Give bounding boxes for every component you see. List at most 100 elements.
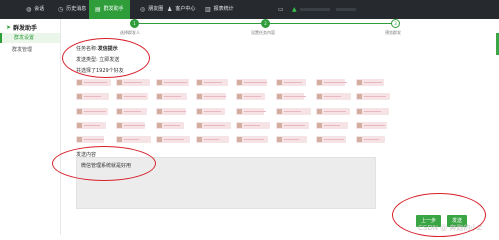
friend-name-redacted bbox=[324, 125, 340, 126]
annotation-ellipse bbox=[52, 146, 156, 181]
friend-tag bbox=[76, 79, 111, 86]
storage-icon[interactable]: ▭ bbox=[278, 0, 284, 19]
friend-name-redacted bbox=[204, 111, 221, 112]
friend-name-redacted bbox=[324, 82, 347, 83]
friend-tag bbox=[116, 122, 145, 129]
friend-name-redacted bbox=[204, 139, 219, 140]
friend-name-redacted bbox=[124, 125, 145, 126]
sidebar-title-text: 群发助手 bbox=[13, 25, 38, 32]
friend-tag bbox=[116, 108, 147, 115]
friend-tag bbox=[236, 93, 265, 100]
friend-name-redacted bbox=[164, 125, 180, 126]
friend-tag bbox=[236, 108, 266, 115]
history-icon: ◷ bbox=[58, 6, 64, 13]
friend-name-redacted bbox=[164, 82, 187, 83]
friend-name-redacted bbox=[124, 139, 139, 140]
friend-tag bbox=[236, 122, 270, 129]
friend-avatar bbox=[157, 80, 162, 85]
friend-name-redacted bbox=[124, 96, 146, 97]
friend-avatar bbox=[197, 137, 202, 142]
friend-tag bbox=[356, 93, 390, 100]
step-1-circle: 1 bbox=[130, 19, 139, 28]
friend-name-redacted bbox=[244, 96, 261, 97]
friend-tag bbox=[316, 79, 347, 86]
step-3-label: 预览群发 bbox=[385, 30, 401, 35]
nav-item-history[interactable]: ◷ 历史消息 bbox=[58, 0, 86, 19]
friend-avatar bbox=[77, 123, 82, 128]
friend-tag bbox=[196, 93, 226, 100]
friend-name-redacted bbox=[124, 82, 142, 83]
friend-tag bbox=[316, 136, 346, 143]
friend-name-redacted bbox=[244, 82, 267, 83]
friend-tag bbox=[156, 93, 187, 100]
friend-avatar bbox=[77, 137, 82, 142]
friend-name-redacted bbox=[284, 125, 305, 126]
step-indicator: 1 2 3 选择群发人 设置任务内容 预览群发 bbox=[120, 19, 401, 41]
friend-tag bbox=[276, 108, 311, 115]
friend-tag bbox=[116, 79, 150, 86]
friend-avatar bbox=[277, 123, 282, 128]
annotation-ellipse bbox=[392, 193, 486, 237]
friend-avatar bbox=[317, 94, 322, 99]
friend-tag bbox=[316, 122, 348, 129]
sidebar-item-broadcast-settings[interactable]: 群发设置 bbox=[0, 33, 60, 43]
online-status-icon: ▲ bbox=[292, 6, 297, 13]
friend-avatar bbox=[357, 137, 362, 142]
friend-tag bbox=[76, 93, 109, 100]
friend-avatar bbox=[357, 94, 362, 99]
friend-name-redacted bbox=[324, 111, 346, 112]
friend-tag bbox=[76, 136, 104, 143]
nav-item-report[interactable]: ▥ 报表统计 bbox=[205, 0, 234, 19]
friend-tag bbox=[156, 108, 186, 115]
friend-name-redacted bbox=[364, 139, 379, 140]
step-connector bbox=[135, 23, 266, 24]
nav-item-chat[interactable]: ◍ 会话 bbox=[26, 0, 44, 19]
friend-name-redacted bbox=[364, 96, 386, 97]
friend-name-redacted bbox=[164, 96, 181, 97]
friend-avatar bbox=[117, 123, 122, 128]
friend-tag bbox=[196, 122, 231, 129]
friend-tag bbox=[316, 93, 351, 100]
friend-avatar bbox=[77, 94, 82, 99]
friend-avatar bbox=[357, 109, 362, 114]
friend-name-redacted bbox=[284, 111, 301, 112]
friend-avatar bbox=[197, 123, 202, 128]
step-3-circle: 3 bbox=[391, 19, 400, 28]
friend-avatar bbox=[277, 137, 282, 142]
nav-item-label: 朋友圈 bbox=[148, 6, 164, 12]
annotation-ellipse bbox=[62, 38, 150, 78]
friend-avatar bbox=[197, 94, 202, 99]
friend-name-redacted bbox=[364, 111, 381, 112]
friend-tag bbox=[156, 79, 189, 86]
nav-item-label: 客户中心 bbox=[175, 6, 196, 12]
broadcast-icon: ▤ bbox=[95, 6, 101, 13]
friend-avatar bbox=[357, 123, 362, 128]
top-nav-bar: ◍ 会话 ◷ 历史消息 ▤ 群发助手 ◎ 朋友圈 ♟ 客户中心 ▥ 报表统计 ▭… bbox=[0, 0, 499, 19]
friend-name-redacted bbox=[284, 96, 306, 97]
extra-info-redacted bbox=[336, 8, 356, 11]
report-icon: ▥ bbox=[205, 6, 211, 13]
friend-avatar bbox=[237, 94, 242, 99]
friend-name-redacted bbox=[84, 125, 100, 126]
nav-item-customer[interactable]: ♟ 客户中心 bbox=[167, 0, 195, 19]
friend-name-redacted bbox=[124, 111, 141, 112]
step-2-label: 设置任务内容 bbox=[251, 30, 275, 35]
friend-name-redacted bbox=[244, 125, 260, 126]
friend-name-redacted bbox=[204, 125, 225, 126]
friend-tag bbox=[276, 93, 306, 100]
friend-avatar bbox=[237, 109, 242, 114]
friend-tag bbox=[116, 93, 148, 100]
nav-item-label: 报表统计 bbox=[213, 6, 234, 12]
friend-avatar bbox=[317, 109, 322, 114]
sidebar-item-broadcast-management[interactable]: 群发管理 bbox=[0, 45, 60, 55]
friend-tag bbox=[276, 136, 307, 143]
friend-name-redacted bbox=[84, 82, 107, 83]
friend-avatar bbox=[277, 109, 282, 114]
friend-tag bbox=[356, 136, 385, 143]
friend-avatar bbox=[117, 137, 122, 142]
friend-avatar bbox=[197, 80, 202, 85]
nav-item-moments[interactable]: ◎ 朋友圈 bbox=[140, 0, 163, 19]
nav-item-broadcast[interactable]: ▤ 群发助手 bbox=[89, 0, 130, 19]
friend-tag bbox=[236, 136, 268, 143]
friend-avatar bbox=[317, 123, 322, 128]
